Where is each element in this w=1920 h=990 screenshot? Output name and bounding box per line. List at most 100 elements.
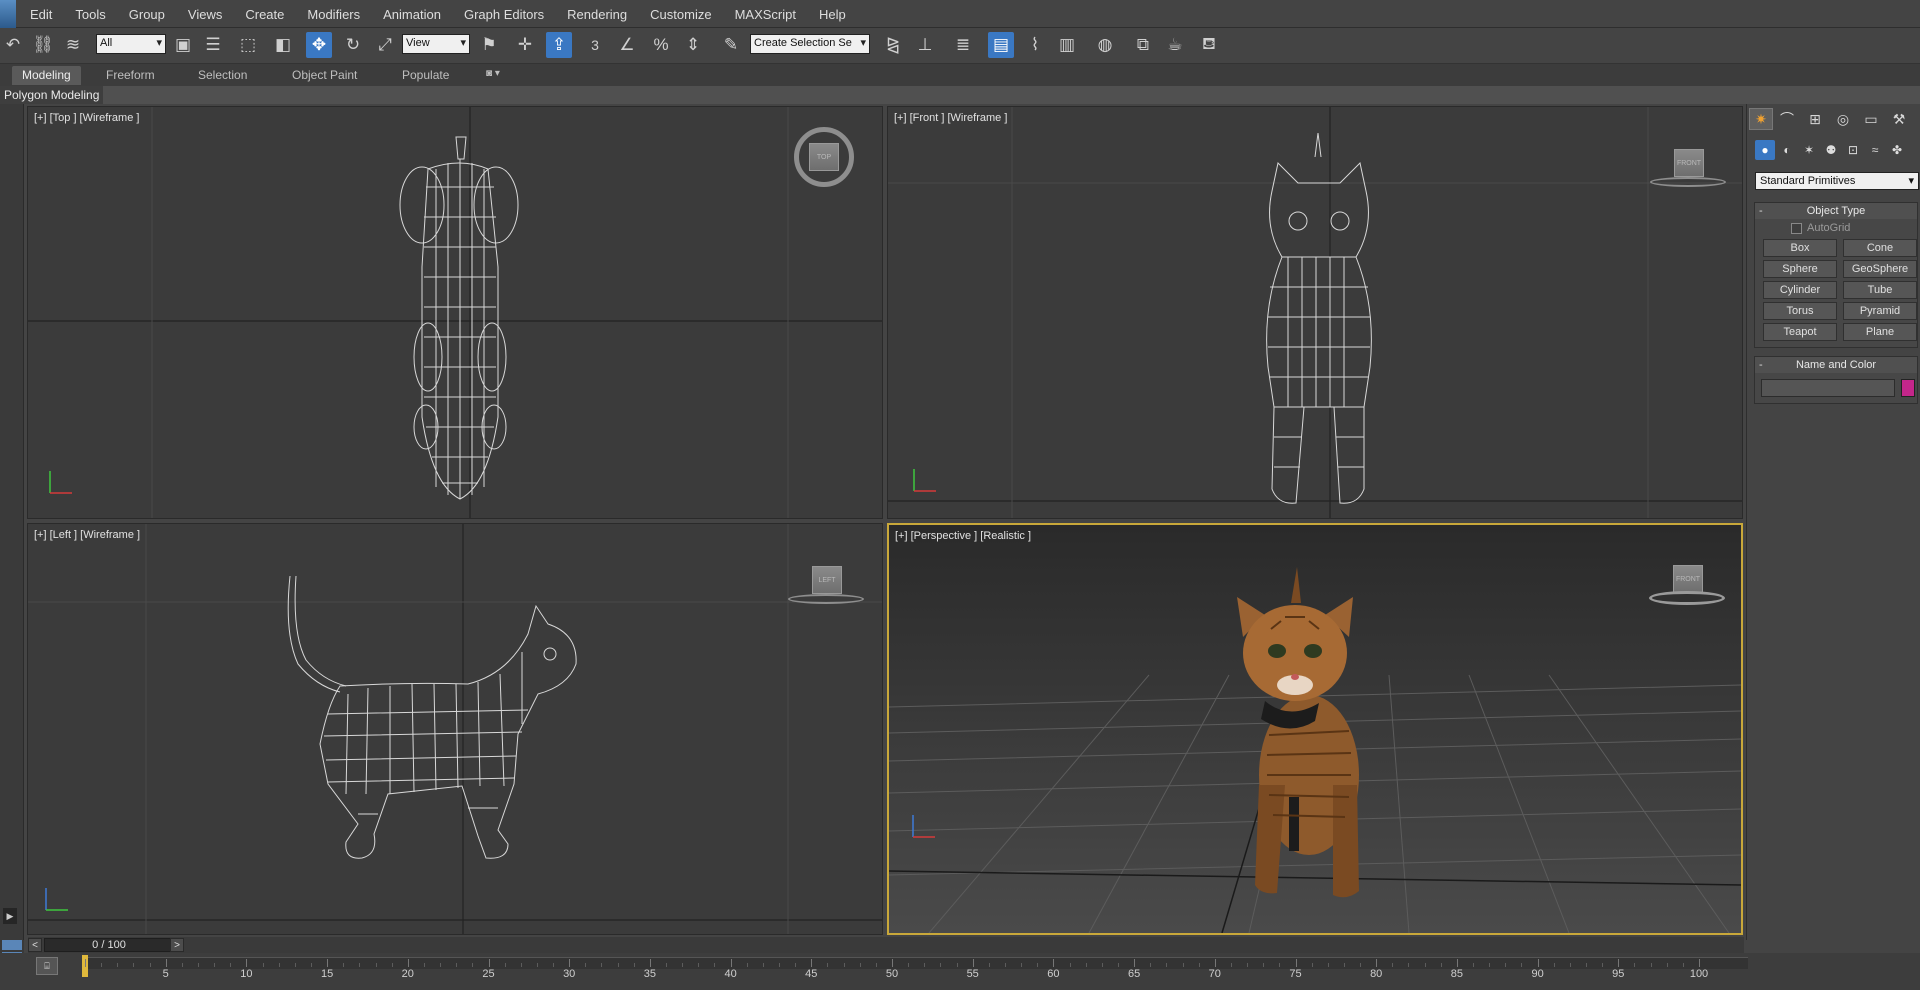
reference-coordinate-dropdown[interactable]: View <box>402 34 470 54</box>
window-crossing-icon[interactable]: ◧ <box>270 32 296 58</box>
viewport-left-label[interactable]: [+] [Left ] [Wireframe ] <box>34 529 140 541</box>
tab-object-paint[interactable]: Object Paint <box>282 66 367 85</box>
link-icon[interactable]: ⛓ <box>30 32 56 58</box>
menu-create[interactable]: Create <box>245 7 284 22</box>
menu-group[interactable]: Group <box>129 7 165 22</box>
box-button[interactable]: Box <box>1763 239 1837 257</box>
viewcube-top[interactable]: TOP <box>794 127 854 187</box>
viewcube-perspective[interactable]: FRONT <box>1673 565 1703 593</box>
hierarchy-panel-icon[interactable]: ⊞ <box>1803 108 1827 130</box>
menu-modifiers[interactable]: Modifiers <box>307 7 360 22</box>
track-bar-key-icon[interactable]: ⌸ <box>36 957 58 975</box>
select-and-move-icon[interactable]: ✥ <box>306 32 332 58</box>
undo-icon[interactable]: ↶ <box>0 32 26 58</box>
torus-button[interactable]: Torus <box>1763 302 1837 320</box>
tube-button[interactable]: Tube <box>1843 281 1917 299</box>
viewport-top-label[interactable]: [+] [Top ] [Wireframe ] <box>34 112 139 124</box>
lights-icon[interactable]: ✶ <box>1799 140 1819 160</box>
polygon-modeling-label[interactable]: Polygon Modeling <box>0 86 104 104</box>
helpers-icon[interactable]: ⊡ <box>1843 140 1863 160</box>
space-warps-icon[interactable]: ≈ <box>1865 140 1885 160</box>
manipulate-icon[interactable]: ✛ <box>512 32 538 58</box>
plane-button[interactable]: Plane <box>1843 323 1917 341</box>
previous-frame-button[interactable]: < <box>28 938 42 952</box>
modify-panel-icon[interactable]: ⌒ <box>1775 108 1799 130</box>
utilities-panel-icon[interactable]: ⚒ <box>1887 108 1911 130</box>
select-by-name-icon[interactable]: ☰ <box>200 32 226 58</box>
percent-snap-icon[interactable]: % <box>648 32 674 58</box>
autogrid-checkbox[interactable]: AutoGrid <box>1755 219 1917 237</box>
viewcube-front[interactable]: FRONT <box>1674 149 1704 177</box>
schematic-view-icon[interactable]: ▥ <box>1054 32 1080 58</box>
menu-views[interactable]: Views <box>188 7 222 22</box>
select-and-scale-icon[interactable]: ⤢ <box>372 32 398 58</box>
tab-freeform[interactable]: Freeform <box>96 66 165 85</box>
mirror-icon[interactable]: ⧎ <box>880 32 906 58</box>
ribbon-options-icon[interactable]: ◙ ▾ <box>476 66 510 85</box>
cone-button[interactable]: Cone <box>1843 239 1917 257</box>
geometry-icon[interactable]: ● <box>1755 140 1775 160</box>
viewcube-face[interactable]: TOP <box>809 143 839 171</box>
autogrid-checkbox-box[interactable] <box>1791 223 1802 234</box>
viewcube-ring[interactable] <box>788 594 864 604</box>
viewport-perspective[interactable]: [+] [Perspective ] [Realistic ] FRONT <box>887 523 1743 935</box>
named-selection-sets-dropdown[interactable]: Create Selection Se <box>750 34 870 54</box>
pivot-center-icon[interactable]: ⚑ <box>476 32 502 58</box>
snaps-toggle-icon[interactable]: 3 <box>582 32 608 58</box>
teapot-button[interactable]: Teapot <box>1763 323 1837 341</box>
app-logo-icon[interactable] <box>0 0 16 28</box>
bind-space-warp-icon[interactable]: ≋ <box>60 32 86 58</box>
name-and-color-header[interactable]: - Name and Color <box>1755 357 1917 373</box>
render-setup-icon[interactable]: ⧉ <box>1130 32 1156 58</box>
tab-selection[interactable]: Selection <box>188 66 257 85</box>
object-color-swatch[interactable] <box>1901 379 1915 397</box>
keyboard-shortcut-override-icon[interactable]: ⇪ <box>546 32 572 58</box>
expand-arrow-icon[interactable]: ▶ <box>3 908 17 924</box>
menu-animation[interactable]: Animation <box>383 7 441 22</box>
tab-populate[interactable]: Populate <box>392 66 459 85</box>
menu-rendering[interactable]: Rendering <box>567 7 627 22</box>
object-type-header[interactable]: - Object Type <box>1755 203 1917 219</box>
viewcube-ring[interactable] <box>1649 591 1725 605</box>
cameras-icon[interactable]: ⚉ <box>1821 140 1841 160</box>
menu-help[interactable]: Help <box>819 7 846 22</box>
spinner-snap-icon[interactable]: ⇕ <box>680 32 706 58</box>
select-object-icon[interactable]: ▣ <box>170 32 196 58</box>
motion-panel-icon[interactable]: ◎ <box>1831 108 1855 130</box>
menu-tools[interactable]: Tools <box>75 7 105 22</box>
tab-modeling[interactable]: Modeling <box>12 66 81 85</box>
menu-edit[interactable]: Edit <box>30 7 52 22</box>
scene-explorer-icon[interactable]: ▤ <box>988 32 1014 58</box>
next-frame-button[interactable]: > <box>170 938 184 952</box>
selection-filter-dropdown[interactable]: All <box>96 34 166 54</box>
viewport-top[interactable]: [+] [Top ] [Wireframe ] TOP <box>27 106 883 519</box>
material-editor-icon[interactable]: ◍ <box>1092 32 1118 58</box>
align-icon[interactable]: ⊥ <box>912 32 938 58</box>
menu-graph-editors[interactable]: Graph Editors <box>464 7 544 22</box>
geosphere-button[interactable]: GeoSphere <box>1843 260 1917 278</box>
systems-icon[interactable]: ✤ <box>1887 140 1907 160</box>
primitive-category-dropdown[interactable]: Standard Primitives <box>1755 172 1919 190</box>
rendered-frame-window-icon[interactable]: ☕ <box>1162 32 1188 58</box>
menu-customize[interactable]: Customize <box>650 7 711 22</box>
render-production-icon[interactable]: ⛾ <box>1196 32 1222 58</box>
viewport-front[interactable]: [+] [Front ] [Wireframe ] FRONT <box>887 106 1743 519</box>
viewcube-ring[interactable] <box>1650 177 1726 187</box>
menu-maxscript[interactable]: MAXScript <box>735 7 796 22</box>
viewport-left[interactable]: [+] [Left ] [Wireframe ] LEFT <box>27 523 883 935</box>
angle-snap-icon[interactable]: ∠ <box>614 32 640 58</box>
time-slider-thumb[interactable]: 0 / 100 <box>44 938 174 952</box>
edit-named-selection-icon[interactable]: ✎ <box>718 32 744 58</box>
curve-editor-icon[interactable]: ⌇ <box>1022 32 1048 58</box>
select-and-rotate-icon[interactable]: ↻ <box>340 32 366 58</box>
object-name-field[interactable] <box>1761 379 1895 397</box>
sphere-button[interactable]: Sphere <box>1763 260 1837 278</box>
pyramid-button[interactable]: Pyramid <box>1843 302 1917 320</box>
viewcube-left[interactable]: LEFT <box>812 566 842 594</box>
display-panel-icon[interactable]: ▭ <box>1859 108 1883 130</box>
viewport-perspective-label[interactable]: [+] [Perspective ] [Realistic ] <box>895 530 1031 542</box>
track-ruler[interactable]: 5 10 15 20 25 30 35 40 45 50 55 60 65 70 75 80 85 90 95 100 <box>82 953 1748 989</box>
rectangular-selection-icon[interactable]: ⬚ <box>235 32 261 58</box>
shapes-icon[interactable]: ◐ <box>1777 140 1797 160</box>
viewport-front-label[interactable]: [+] [Front ] [Wireframe ] <box>894 112 1007 124</box>
